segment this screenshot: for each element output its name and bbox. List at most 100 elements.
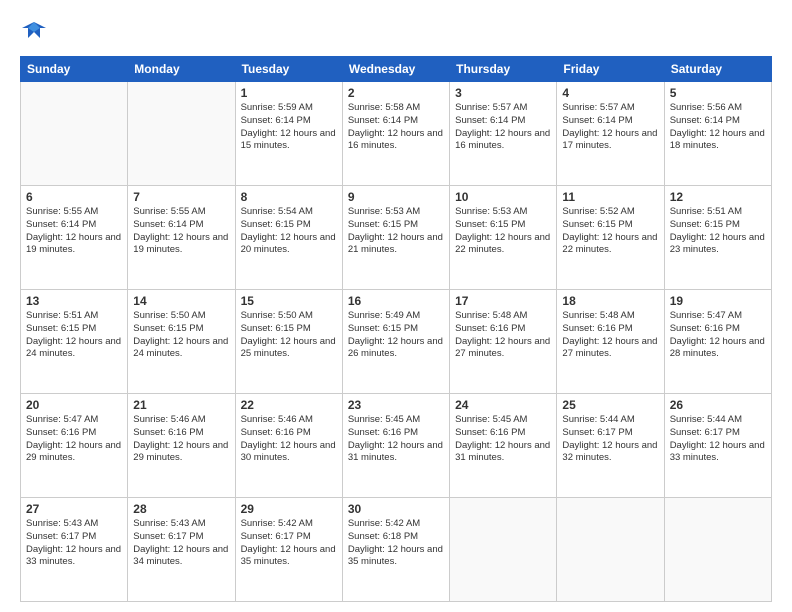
day-number: 16 [348,294,444,308]
calendar-cell: 14 Sunrise: 5:50 AM Sunset: 6:15 PM Dayli… [128,290,235,394]
day-info: Sunrise: 5:51 AM Sunset: 6:15 PM Dayligh… [26,310,122,361]
day-number: 7 [133,190,229,204]
calendar-cell: 11 Sunrise: 5:52 AM Sunset: 6:15 PM Dayli… [557,186,664,290]
weekday-tuesday: Tuesday [235,57,342,82]
day-number: 15 [241,294,337,308]
calendar-cell: 27 Sunrise: 5:43 AM Sunset: 6:17 PM Dayli… [21,498,128,602]
day-info: Sunrise: 5:52 AM Sunset: 6:15 PM Dayligh… [562,206,658,257]
weekday-friday: Friday [557,57,664,82]
day-info: Sunrise: 5:55 AM Sunset: 6:14 PM Dayligh… [26,206,122,257]
calendar-cell: 16 Sunrise: 5:49 AM Sunset: 6:15 PM Dayli… [342,290,449,394]
day-number: 1 [241,86,337,100]
day-number: 3 [455,86,551,100]
calendar-cell: 18Sunrise: 5:48 AM Sunset: 6:16 PM Dayli… [557,290,664,394]
calendar-cell: 3 Sunrise: 5:57 AM Sunset: 6:14 PM Daylig… [450,82,557,186]
weekday-wednesday: Wednesday [342,57,449,82]
weekday-sunday: Sunday [21,57,128,82]
calendar-cell: 25 Sunrise: 5:44 AM Sunset: 6:17 PM Dayli… [557,394,664,498]
weekday-monday: Monday [128,57,235,82]
day-number: 5 [670,86,766,100]
day-info: Sunrise: 5:53 AM Sunset: 6:15 PM Dayligh… [348,206,444,257]
calendar-cell: 20 Sunrise: 5:47 AM Sunset: 6:16 PM Dayli… [21,394,128,498]
calendar-cell: 17 Sunrise: 5:48 AM Sunset: 6:16 PM Dayli… [450,290,557,394]
day-info: Sunrise: 5:58 AM Sunset: 6:14 PM Dayligh… [348,102,444,153]
calendar-week-3: 13Sunrise: 5:51 AM Sunset: 6:15 PM Dayli… [21,290,772,394]
day-number: 21 [133,398,229,412]
day-info: Sunrise: 5:43 AM Sunset: 6:17 PM Dayligh… [26,518,122,569]
day-info: Sunrise: 5:53 AM Sunset: 6:15 PM Dayligh… [455,206,551,257]
calendar-cell [21,82,128,186]
calendar-cell: 15Sunrise: 5:50 AM Sunset: 6:15 PM Dayli… [235,290,342,394]
day-info: Sunrise: 5:56 AM Sunset: 6:14 PM Dayligh… [670,102,766,153]
day-info: Sunrise: 5:51 AM Sunset: 6:15 PM Dayligh… [670,206,766,257]
calendar-cell: 21 Sunrise: 5:46 AM Sunset: 6:16 PM Dayli… [128,394,235,498]
calendar-cell: 10 Sunrise: 5:53 AM Sunset: 6:15 PM Dayli… [450,186,557,290]
day-number: 26 [670,398,766,412]
calendar-cell: 6 Sunrise: 5:55 AM Sunset: 6:14 PM Daylig… [21,186,128,290]
calendar-cell [557,498,664,602]
day-number: 11 [562,190,658,204]
day-info: Sunrise: 5:47 AM Sunset: 6:16 PM Dayligh… [670,310,766,361]
calendar-cell: 8 Sunrise: 5:54 AM Sunset: 6:15 PM Daylig… [235,186,342,290]
header [20,18,772,46]
day-number: 12 [670,190,766,204]
calendar-table: SundayMondayTuesdayWednesdayThursdayFrid… [20,56,772,602]
logo-icon [20,18,48,46]
calendar-week-4: 20 Sunrise: 5:47 AM Sunset: 6:16 PM Dayli… [21,394,772,498]
day-info: Sunrise: 5:46 AM Sunset: 6:16 PM Dayligh… [241,414,337,465]
day-info: Sunrise: 5:44 AM Sunset: 6:17 PM Dayligh… [670,414,766,465]
calendar-cell: 4 Sunrise: 5:57 AM Sunset: 6:14 PM Daylig… [557,82,664,186]
weekday-header-row: SundayMondayTuesdayWednesdayThursdayFrid… [21,57,772,82]
day-info: Sunrise: 5:54 AM Sunset: 6:15 PM Dayligh… [241,206,337,257]
day-info: Sunrise: 5:45 AM Sunset: 6:16 PM Dayligh… [348,414,444,465]
calendar-cell: 19 Sunrise: 5:47 AM Sunset: 6:16 PM Dayli… [664,290,771,394]
day-number: 18 [562,294,658,308]
calendar-page: SundayMondayTuesdayWednesdayThursdayFrid… [0,0,792,612]
day-info: Sunrise: 5:46 AM Sunset: 6:16 PM Dayligh… [133,414,229,465]
weekday-saturday: Saturday [664,57,771,82]
calendar-cell: 29 Sunrise: 5:42 AM Sunset: 6:17 PM Dayli… [235,498,342,602]
day-number: 8 [241,190,337,204]
day-info: Sunrise: 5:42 AM Sunset: 6:17 PM Dayligh… [241,518,337,569]
day-info: Sunrise: 5:42 AM Sunset: 6:18 PM Dayligh… [348,518,444,569]
calendar-cell [128,82,235,186]
day-number: 22 [241,398,337,412]
day-number: 28 [133,502,229,516]
day-number: 24 [455,398,551,412]
day-info: Sunrise: 5:48 AM Sunset: 6:16 PM Dayligh… [455,310,551,361]
day-number: 20 [26,398,122,412]
calendar-cell: 13Sunrise: 5:51 AM Sunset: 6:15 PM Dayli… [21,290,128,394]
day-number: 19 [670,294,766,308]
day-info: Sunrise: 5:47 AM Sunset: 6:16 PM Dayligh… [26,414,122,465]
calendar-cell: 23 Sunrise: 5:45 AM Sunset: 6:16 PM Dayli… [342,394,449,498]
weekday-thursday: Thursday [450,57,557,82]
day-number: 2 [348,86,444,100]
day-info: Sunrise: 5:57 AM Sunset: 6:14 PM Dayligh… [455,102,551,153]
day-info: Sunrise: 5:57 AM Sunset: 6:14 PM Dayligh… [562,102,658,153]
calendar-cell [450,498,557,602]
calendar-week-1: 1 Sunrise: 5:59 AM Sunset: 6:14 PM Daylig… [21,82,772,186]
day-number: 25 [562,398,658,412]
day-number: 6 [26,190,122,204]
day-number: 17 [455,294,551,308]
calendar-cell: 22 Sunrise: 5:46 AM Sunset: 6:16 PM Dayli… [235,394,342,498]
day-number: 10 [455,190,551,204]
day-info: Sunrise: 5:44 AM Sunset: 6:17 PM Dayligh… [562,414,658,465]
day-number: 27 [26,502,122,516]
day-number: 23 [348,398,444,412]
day-info: Sunrise: 5:59 AM Sunset: 6:14 PM Dayligh… [241,102,337,153]
calendar-cell: 5 Sunrise: 5:56 AM Sunset: 6:14 PM Daylig… [664,82,771,186]
calendar-week-5: 27 Sunrise: 5:43 AM Sunset: 6:17 PM Dayli… [21,498,772,602]
calendar-cell [664,498,771,602]
calendar-week-2: 6 Sunrise: 5:55 AM Sunset: 6:14 PM Daylig… [21,186,772,290]
day-number: 14 [133,294,229,308]
calendar-cell: 28Sunrise: 5:43 AM Sunset: 6:17 PM Dayli… [128,498,235,602]
day-info: Sunrise: 5:55 AM Sunset: 6:14 PM Dayligh… [133,206,229,257]
calendar-cell: 12 Sunrise: 5:51 AM Sunset: 6:15 PM Dayli… [664,186,771,290]
calendar-cell: 7 Sunrise: 5:55 AM Sunset: 6:14 PM Daylig… [128,186,235,290]
day-info: Sunrise: 5:49 AM Sunset: 6:15 PM Dayligh… [348,310,444,361]
day-number: 29 [241,502,337,516]
calendar-cell: 9Sunrise: 5:53 AM Sunset: 6:15 PM Daylig… [342,186,449,290]
day-number: 4 [562,86,658,100]
day-info: Sunrise: 5:50 AM Sunset: 6:15 PM Dayligh… [133,310,229,361]
